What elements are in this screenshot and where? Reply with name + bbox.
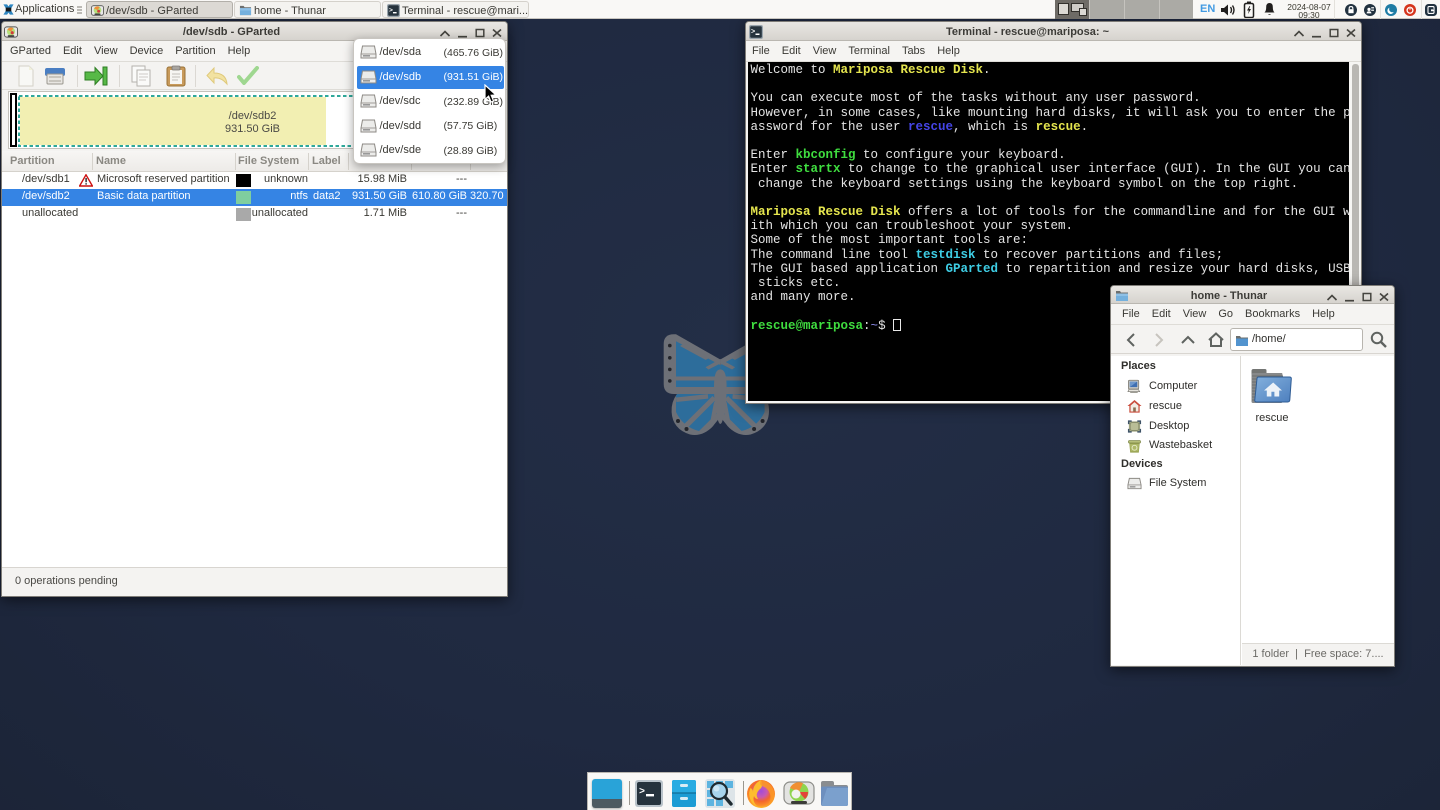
svg-text:>: > bbox=[389, 7, 393, 14]
svg-text:>: > bbox=[751, 29, 755, 37]
svg-text:>: > bbox=[639, 787, 645, 798]
